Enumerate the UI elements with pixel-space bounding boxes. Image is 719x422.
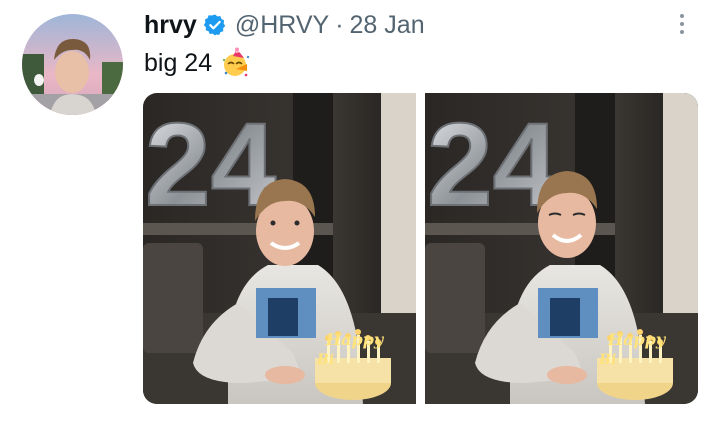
cake-topper-text-2: Bi (316, 352, 334, 368)
tweet-photo-2[interactable]: 24 Happy Bi (425, 93, 698, 404)
cake-topper-text: Happy (607, 330, 667, 349)
tweet-text-row: big 24 (144, 44, 252, 82)
cake-topper-text-2: Bi (598, 352, 616, 368)
birthday-photo-image: 24 Happy Bi (425, 93, 698, 404)
tweet-date[interactable]: 28 Jan (350, 11, 425, 40)
balloon-number: 24 (427, 99, 558, 231)
author-avatar[interactable] (22, 14, 123, 115)
verified-badge-icon (203, 13, 227, 37)
avatar-image (22, 14, 123, 115)
tweet-header: hrvy @HRVY · 28 Jan (144, 8, 425, 42)
header-separator: · (335, 10, 344, 39)
author-name[interactable]: hrvy (144, 11, 197, 40)
party-face-emoji-icon (220, 47, 252, 79)
more-options-icon[interactable] (670, 10, 694, 38)
tweet-photo-1[interactable]: 24 Happy Bi (143, 93, 416, 404)
tweet-text: big 24 (144, 48, 213, 77)
author-handle[interactable]: @HRVY (235, 11, 329, 40)
cake-topper-text: Happy (325, 330, 385, 349)
tweet-card[interactable]: hrvy @HRVY · 28 Jan big 24 24 Happy Bi 2… (0, 0, 719, 422)
birthday-photo-image: 24 Happy Bi (143, 93, 416, 404)
